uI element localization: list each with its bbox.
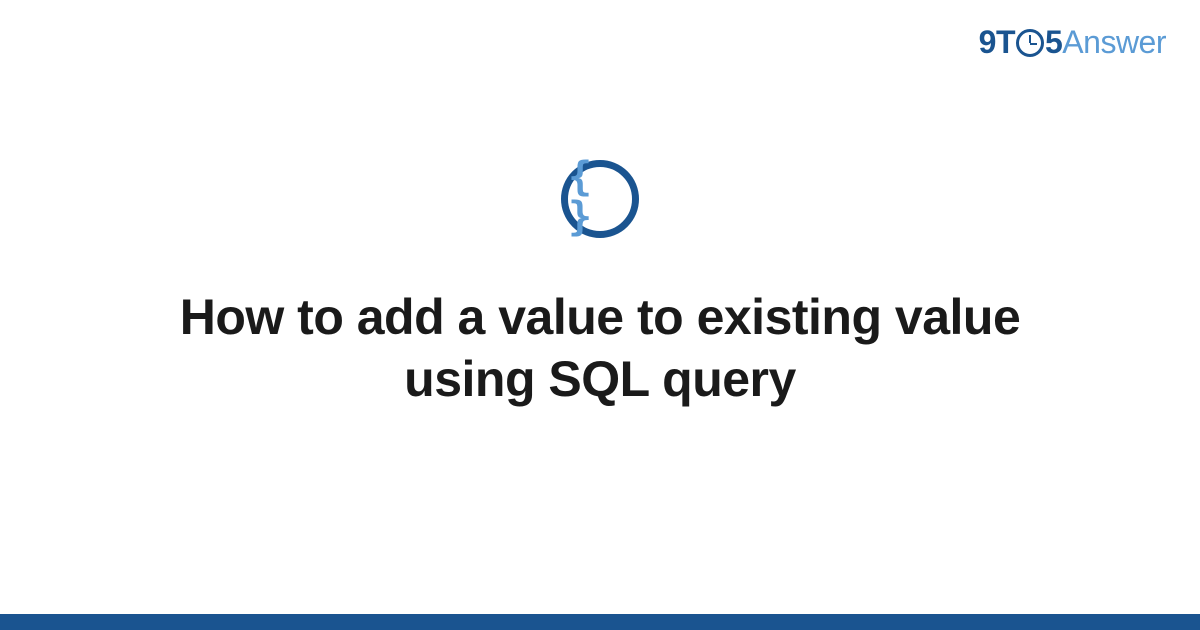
page-title: How to add a value to existing value usi… <box>140 286 1060 411</box>
footer-accent-bar <box>0 614 1200 630</box>
main-content: { } How to add a value to existing value… <box>0 0 1200 630</box>
category-badge: { } <box>561 160 639 238</box>
code-braces-icon: { } <box>568 157 632 237</box>
